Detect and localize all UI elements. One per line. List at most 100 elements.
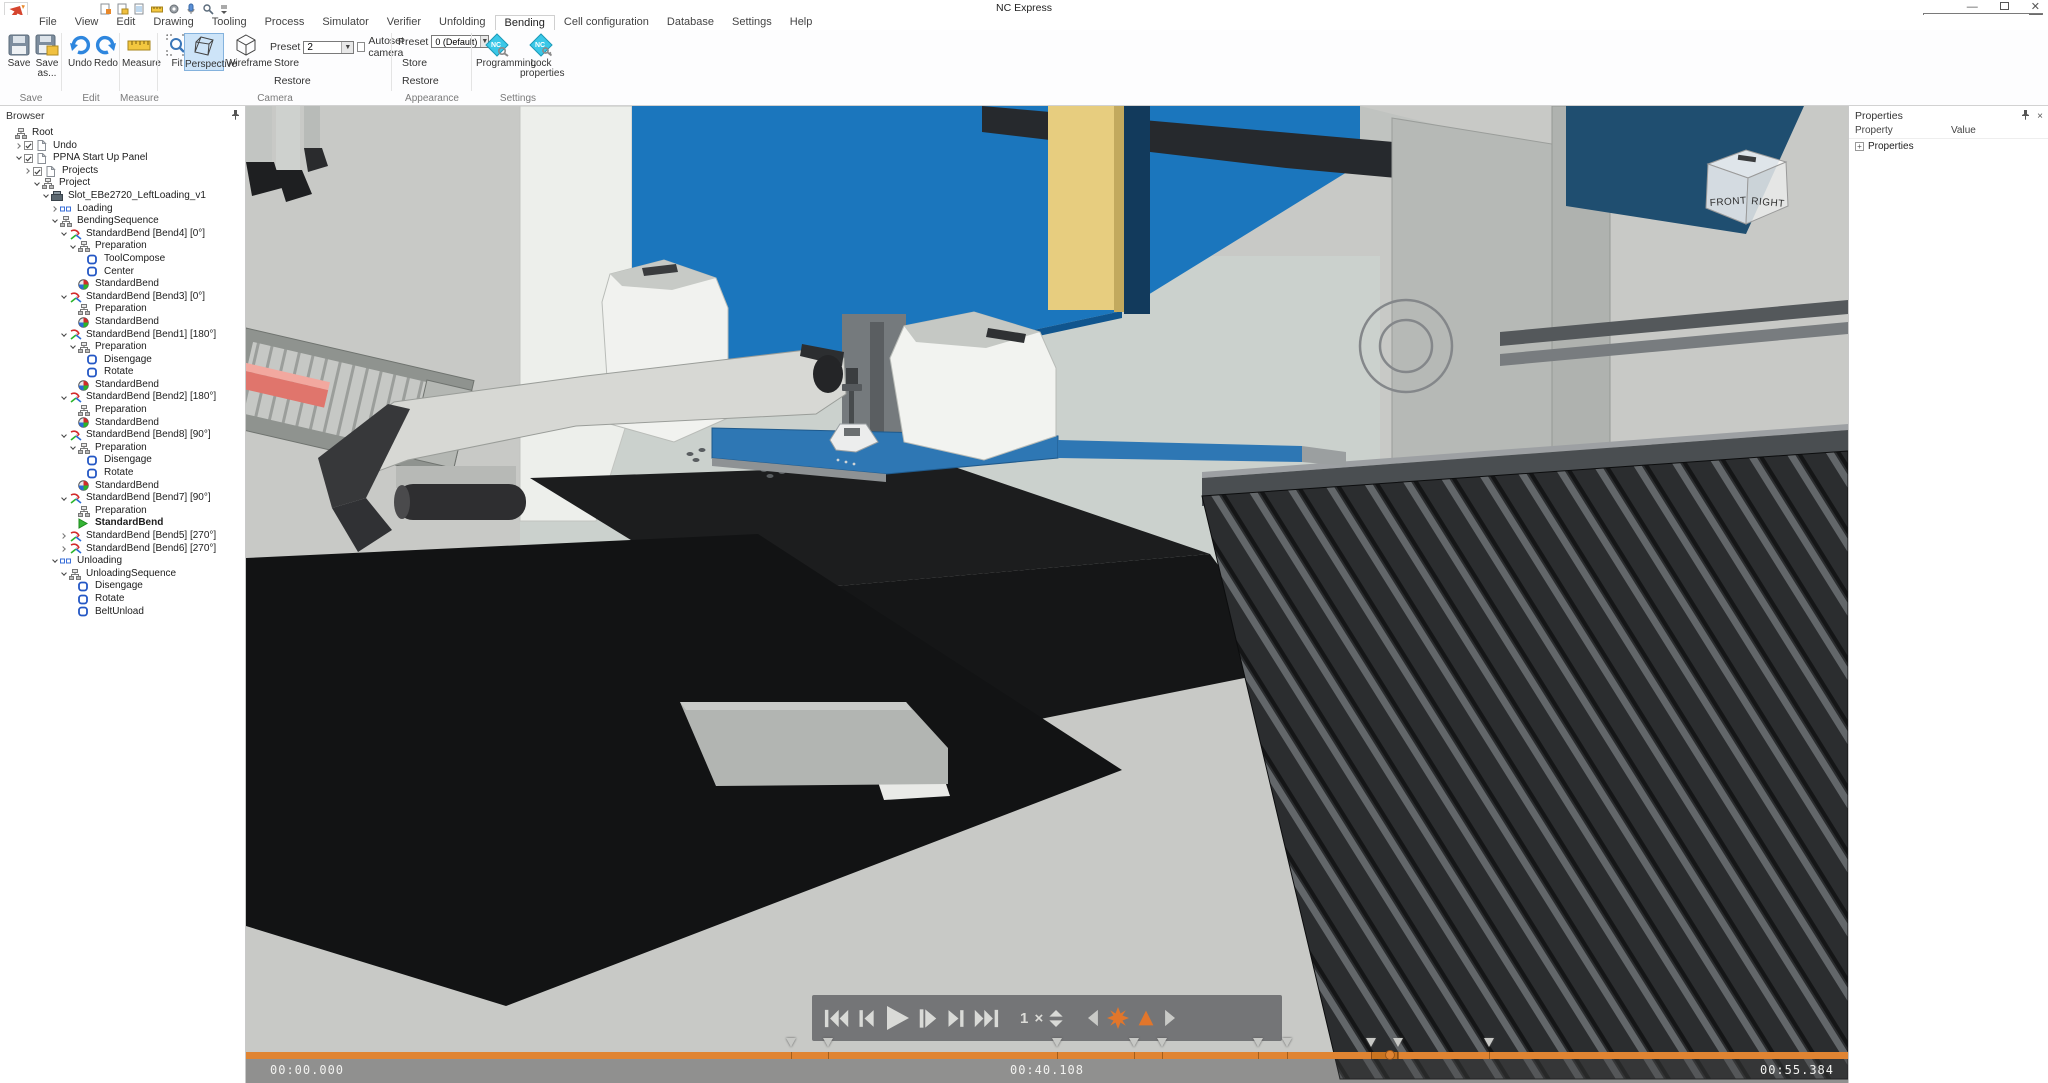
chevron-down-icon[interactable] — [61, 394, 67, 400]
lock-properties-button[interactable]: NC Lock properties — [520, 33, 562, 79]
chevron-down-icon[interactable] — [16, 155, 22, 161]
checkbox[interactable] — [33, 167, 42, 176]
wireframe-button[interactable]: Wireframe — [226, 33, 266, 69]
menu-tab-edit[interactable]: Edit — [107, 15, 144, 30]
tree-item-unloadingsequence[interactable]: UnloadingSequence — [0, 568, 245, 581]
menu-tab-tooling[interactable]: Tooling — [203, 15, 256, 30]
tree-item-standardbend-bend5-270-[interactable]: StandardBend [Bend5] [270°] — [0, 530, 245, 543]
tree-item-standardbend-bend8-90-[interactable]: StandardBend [Bend8] [90°] — [0, 429, 245, 442]
tree-item-rotate[interactable]: Rotate — [0, 467, 245, 480]
menu-tab-view[interactable]: View — [66, 15, 108, 30]
menu-tab-process[interactable]: Process — [256, 15, 314, 30]
programming-button[interactable]: NC Programming — [476, 33, 518, 69]
tree-item-disengage[interactable]: Disengage — [0, 354, 245, 367]
tree-item-preparation[interactable]: Preparation — [0, 341, 245, 354]
tree-item-preparation[interactable]: Preparation — [0, 404, 245, 417]
tree-item-standardbend[interactable]: StandardBend — [0, 480, 245, 493]
tree-item-ppna-start-up-panel[interactable]: PPNA Start Up Panel — [0, 152, 245, 165]
tree-item-slot-ebe2720-leftloading-v1[interactable]: Slot_EBe2720_LeftLoading_v1 — [0, 190, 245, 203]
tree-item-unloading[interactable]: Unloading — [0, 555, 245, 568]
chevron-down-icon[interactable] — [34, 180, 40, 186]
menu-tab-bending[interactable]: Bending — [495, 15, 555, 30]
tree-item-toolcompose[interactable]: ToolCompose — [0, 253, 245, 266]
tree-item-standardbend-bend6-270-[interactable]: StandardBend [Bend6] [270°] — [0, 543, 245, 556]
camera-preset-combo[interactable]: 2 ▼ — [303, 41, 354, 54]
tree-item-undo[interactable]: Undo — [0, 140, 245, 153]
tree-item-loading[interactable]: Loading — [0, 203, 245, 216]
step-back-button[interactable] — [857, 1009, 877, 1028]
chevron-down-icon[interactable] — [52, 218, 58, 224]
perspective-button[interactable]: Perspective — [184, 33, 224, 71]
chevron-down-icon[interactable] — [61, 293, 67, 299]
expand-plus-icon[interactable]: + — [1855, 142, 1864, 151]
next-event-button[interactable] — [1163, 1009, 1178, 1027]
pin-icon[interactable] — [2021, 110, 2030, 123]
tree-item-standardbend[interactable]: StandardBend — [0, 316, 245, 329]
chevron-down-icon[interactable] — [43, 192, 49, 198]
chevron-down-icon[interactable] — [70, 444, 76, 450]
chevron-right-icon[interactable] — [15, 143, 21, 149]
checkbox[interactable] — [24, 141, 33, 150]
timeline-bar[interactable] — [246, 1052, 1848, 1059]
bend-event-icon[interactable] — [1136, 1009, 1156, 1027]
jump-to-start-button[interactable] — [824, 1009, 850, 1028]
measure-button[interactable]: Measure — [122, 33, 156, 69]
tree-item-standardbend[interactable]: StandardBend — [0, 379, 245, 392]
tree-item-preparation[interactable]: Preparation — [0, 442, 245, 455]
chevron-down-icon[interactable] — [61, 495, 67, 501]
tree-item-standardbend-bend2-180-[interactable]: StandardBend [Bend2] [180°] — [0, 391, 245, 404]
jump-to-end-button[interactable] — [973, 1009, 999, 1028]
tree-item-center[interactable]: Center — [0, 266, 245, 279]
pin-icon[interactable] — [231, 110, 240, 123]
tree-item-standardbend[interactable]: StandardBend — [0, 417, 245, 430]
chevron-right-icon[interactable] — [60, 546, 66, 552]
chevron-down-icon[interactable] — [61, 230, 67, 236]
play-button[interactable] — [884, 1005, 910, 1031]
chevron-right-icon[interactable] — [60, 533, 66, 539]
chevron-down-icon[interactable]: ▼ — [341, 42, 353, 53]
chevron-down-icon[interactable] — [61, 570, 67, 576]
minimize-button[interactable]: — — [1967, 1, 1978, 13]
chevron-down-icon[interactable] — [70, 243, 76, 249]
tree-item-root[interactable]: Root — [0, 127, 245, 140]
tree-item-disengage[interactable]: Disengage — [0, 454, 245, 467]
close-icon[interactable]: × — [2037, 111, 2043, 122]
next-operation-button[interactable] — [946, 1009, 966, 1028]
checkbox[interactable] — [24, 154, 33, 163]
tree-item-beltunload[interactable]: BeltUnload — [0, 606, 245, 619]
redo-button[interactable]: Redo — [89, 33, 123, 69]
tree-item-standardbend-bend1-180-[interactable]: StandardBend [Bend1] [180°] — [0, 329, 245, 342]
tree-item-project[interactable]: Project — [0, 177, 245, 190]
tree-item-bendingsequence[interactable]: BendingSequence — [0, 215, 245, 228]
chevron-down-icon[interactable] — [61, 432, 67, 438]
camera-restore-button[interactable]: Restore — [274, 75, 311, 87]
chevron-down-icon[interactable] — [52, 558, 58, 564]
tree-item-standardbend[interactable]: StandardBend — [0, 278, 245, 291]
properties-row[interactable]: + Properties — [1849, 139, 2048, 153]
close-button[interactable]: ✕ — [2031, 1, 2040, 13]
chevron-down-icon[interactable] — [61, 331, 67, 337]
menu-tab-verifier[interactable]: Verifier — [378, 15, 430, 30]
save-as-button[interactable]: Save as... — [30, 33, 64, 79]
menu-tab-unfolding[interactable]: Unfolding — [430, 15, 494, 30]
tree-item-preparation[interactable]: Preparation — [0, 303, 245, 316]
chevron-right-icon[interactable] — [51, 206, 57, 212]
menu-tab-file[interactable]: File — [30, 15, 66, 30]
menu-tab-database[interactable]: Database — [658, 15, 723, 30]
tree-item-preparation[interactable]: Preparation — [0, 240, 245, 253]
appearance-restore-button[interactable]: Restore — [402, 75, 439, 87]
appearance-store-button[interactable]: Store — [402, 57, 427, 69]
camera-store-button[interactable]: Store — [274, 57, 299, 69]
step-forward-button[interactable] — [917, 1008, 939, 1029]
tree-item-projects[interactable]: Projects — [0, 165, 245, 178]
tree-item-preparation[interactable]: Preparation — [0, 505, 245, 518]
menu-tab-settings[interactable]: Settings — [723, 15, 781, 30]
menu-tab-help[interactable]: Help — [781, 15, 822, 30]
autoset-camera-checkbox[interactable] — [357, 42, 365, 52]
tree-item-disengage[interactable]: Disengage — [0, 580, 245, 593]
chevron-right-icon[interactable] — [24, 168, 30, 174]
previous-event-button[interactable] — [1085, 1009, 1100, 1027]
viewport-3d[interactable]: FRONT RIGHT 1 × 00:00.000 00:40.108 00:5… — [246, 106, 1848, 1083]
tree-item-rotate[interactable]: Rotate — [0, 593, 245, 606]
tree-item-standardbend[interactable]: StandardBend — [0, 517, 245, 530]
